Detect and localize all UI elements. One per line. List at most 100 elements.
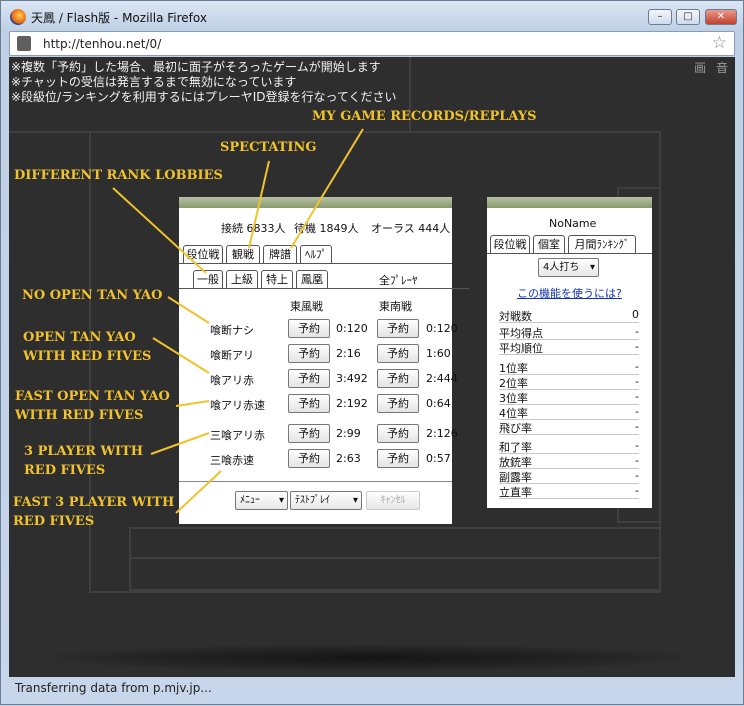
player-count-dropdown[interactable]: 4人打ち ▾ xyxy=(538,258,599,277)
tab-phoenix-lobby[interactable]: 鳳凰 xyxy=(296,270,328,288)
stat-row: 対戦数 0 xyxy=(499,308,639,323)
stat-row: 平均得点 - xyxy=(499,325,639,340)
panel-header-bar xyxy=(179,197,452,208)
east-counts: 2:99 xyxy=(336,427,361,440)
profile-panel: NoName 段位戦 個室 月間ﾗﾝｷﾝｸﾞ 4人打ち ▾ この機能を使うには? … xyxy=(487,197,652,508)
rule-name: 喰断ナシ xyxy=(210,324,254,337)
address-bar[interactable]: http://tenhou.net/0/ ☆ xyxy=(9,31,735,56)
how-to-use-link[interactable]: この機能を使うには? xyxy=(517,285,622,301)
stat-row: 副露率 - xyxy=(499,469,639,484)
divider xyxy=(179,288,469,289)
annotation-three-player-line2: RED FIVES xyxy=(24,463,106,478)
east-counts: 2:192 xyxy=(336,397,368,410)
stat-label: 飛び率 xyxy=(499,422,532,435)
stat-row: 立直率 - xyxy=(499,484,639,499)
stat-value: - xyxy=(635,454,639,467)
maximize-button[interactable]: □ xyxy=(676,9,700,25)
annotation-fast-three-line1: FAST 3 PLAYER WITH xyxy=(13,495,175,510)
south-counts: 2:444 xyxy=(426,372,458,385)
tab-spectate[interactable]: 観戦 xyxy=(226,245,260,263)
divider xyxy=(179,263,452,264)
stat-value: - xyxy=(635,375,639,388)
south-counts: 0:57 xyxy=(426,452,451,465)
reserve-east-button[interactable]: 予約 xyxy=(288,424,330,443)
stat-value: - xyxy=(635,390,639,403)
stat-row: 3位率 - xyxy=(499,390,639,405)
reserve-south-button[interactable]: 予約 xyxy=(377,394,419,413)
all-players-label: 全ﾌﾟﾚｰﾔ xyxy=(379,274,418,287)
bg-frame xyxy=(129,557,661,591)
site-favicon-icon xyxy=(17,36,31,51)
reserve-east-button[interactable]: 予約 xyxy=(288,369,330,388)
divider xyxy=(179,481,452,482)
stat-label: 平均順位 xyxy=(499,342,543,355)
annotation-my-records: MY GAME RECORDS/REPLAYS xyxy=(312,109,537,124)
stat-value: - xyxy=(635,420,639,433)
tab-special-lobby[interactable]: 特上 xyxy=(261,270,293,288)
tab-ranked-stats[interactable]: 段位戦 xyxy=(490,235,530,253)
minimize-button[interactable]: – xyxy=(648,9,672,25)
reserve-east-button[interactable]: 予約 xyxy=(288,449,330,468)
waiting-count: 待機 1849人 xyxy=(294,222,359,235)
close-button[interactable]: ✕ xyxy=(705,9,737,25)
tab-general-lobby[interactable]: 一般 xyxy=(193,270,223,288)
tab-upper-lobby[interactable]: 上級 xyxy=(226,270,258,288)
south-counts: 0:64 xyxy=(426,397,451,410)
tab-private-room[interactable]: 個室 xyxy=(533,235,565,253)
stat-value: - xyxy=(635,439,639,452)
menu-label: ﾒﾆｭｰ xyxy=(240,495,260,506)
annotation-rank-lobbies: DIFFERENT RANK LOBBIES xyxy=(14,168,223,183)
east-counts: 2:16 xyxy=(336,347,361,360)
tab-records[interactable]: 牌譜 xyxy=(263,245,297,263)
stat-row: 平均順位 - xyxy=(499,340,639,355)
tab-monthly-ranking[interactable]: 月間ﾗﾝｷﾝｸﾞ xyxy=(568,235,636,253)
reserve-south-button[interactable]: 予約 xyxy=(377,369,419,388)
stat-label: 和了率 xyxy=(499,441,532,454)
mode-label: 4人打ち xyxy=(543,262,580,273)
stat-value: - xyxy=(635,360,639,373)
reserve-south-button[interactable]: 予約 xyxy=(377,344,419,363)
url-text: http://tenhou.net/0/ xyxy=(43,37,162,51)
title-bar: 天鳳 / Flash版 - Mozilla Firefox – □ ✕ xyxy=(1,1,743,31)
annotation-fast-open-line2: WITH RED FIVES xyxy=(15,408,144,423)
firefox-icon xyxy=(10,9,26,25)
graphics-sound-toggle[interactable]: 画 音 xyxy=(694,59,731,76)
east-counts: 3:492 xyxy=(336,372,368,385)
window-title: 天鳳 / Flash版 - Mozilla Firefox xyxy=(31,11,207,25)
reserve-south-button[interactable]: 予約 xyxy=(377,424,419,443)
south-counts: 0:120 xyxy=(426,322,458,335)
annotation-three-player-line1: 3 PLAYER WITH xyxy=(24,444,144,459)
dropdown-arrow-icon: ▾ xyxy=(278,495,284,506)
stat-value: - xyxy=(635,325,639,338)
player-name: NoName xyxy=(549,217,597,230)
bookmark-star-icon[interactable]: ☆ xyxy=(712,33,727,53)
cancel-button[interactable]: ｷｬﾝｾﾙ xyxy=(366,491,420,510)
annotation-spectating: SPECTATING xyxy=(220,140,317,155)
reserve-south-button[interactable]: 予約 xyxy=(377,319,419,338)
stat-label: 対戦数 xyxy=(499,310,532,323)
annotation-fast-open-line1: FAST OPEN TAN YAO xyxy=(15,389,170,404)
stat-label: 放銃率 xyxy=(499,456,532,469)
test-play-dropdown[interactable]: ﾃｽﾄﾌﾟﾚｲ ▾ xyxy=(290,491,362,510)
stat-label: 1位率 xyxy=(499,362,528,375)
all-last-count: オーラス 444人 xyxy=(371,222,451,235)
stat-value: - xyxy=(635,405,639,418)
tab-ranked[interactable]: 段位戦 xyxy=(183,245,223,263)
menu-dropdown[interactable]: ﾒﾆｭｰ ▾ xyxy=(235,491,288,510)
rule-name: 三喰赤速 xyxy=(210,454,254,467)
panel-header-bar xyxy=(487,197,652,208)
rule-name: 喰アリ赤 xyxy=(210,374,254,387)
stat-label: 3位率 xyxy=(499,392,528,405)
east-game-header: 東風戦 xyxy=(290,300,323,313)
tab-help[interactable]: ﾍﾙﾌﾟ xyxy=(300,245,332,263)
reserve-east-button[interactable]: 予約 xyxy=(288,344,330,363)
stat-value: 0 xyxy=(632,308,639,321)
east-counts: 0:120 xyxy=(336,322,368,335)
reserve-east-button[interactable]: 予約 xyxy=(288,319,330,338)
stat-label: 平均得点 xyxy=(499,327,543,340)
reserve-south-button[interactable]: 予約 xyxy=(377,449,419,468)
rule-name: 三喰アリ赤 xyxy=(210,429,265,442)
stat-value: - xyxy=(635,484,639,497)
stat-label: 立直率 xyxy=(499,486,532,499)
reserve-east-button[interactable]: 予約 xyxy=(288,394,330,413)
